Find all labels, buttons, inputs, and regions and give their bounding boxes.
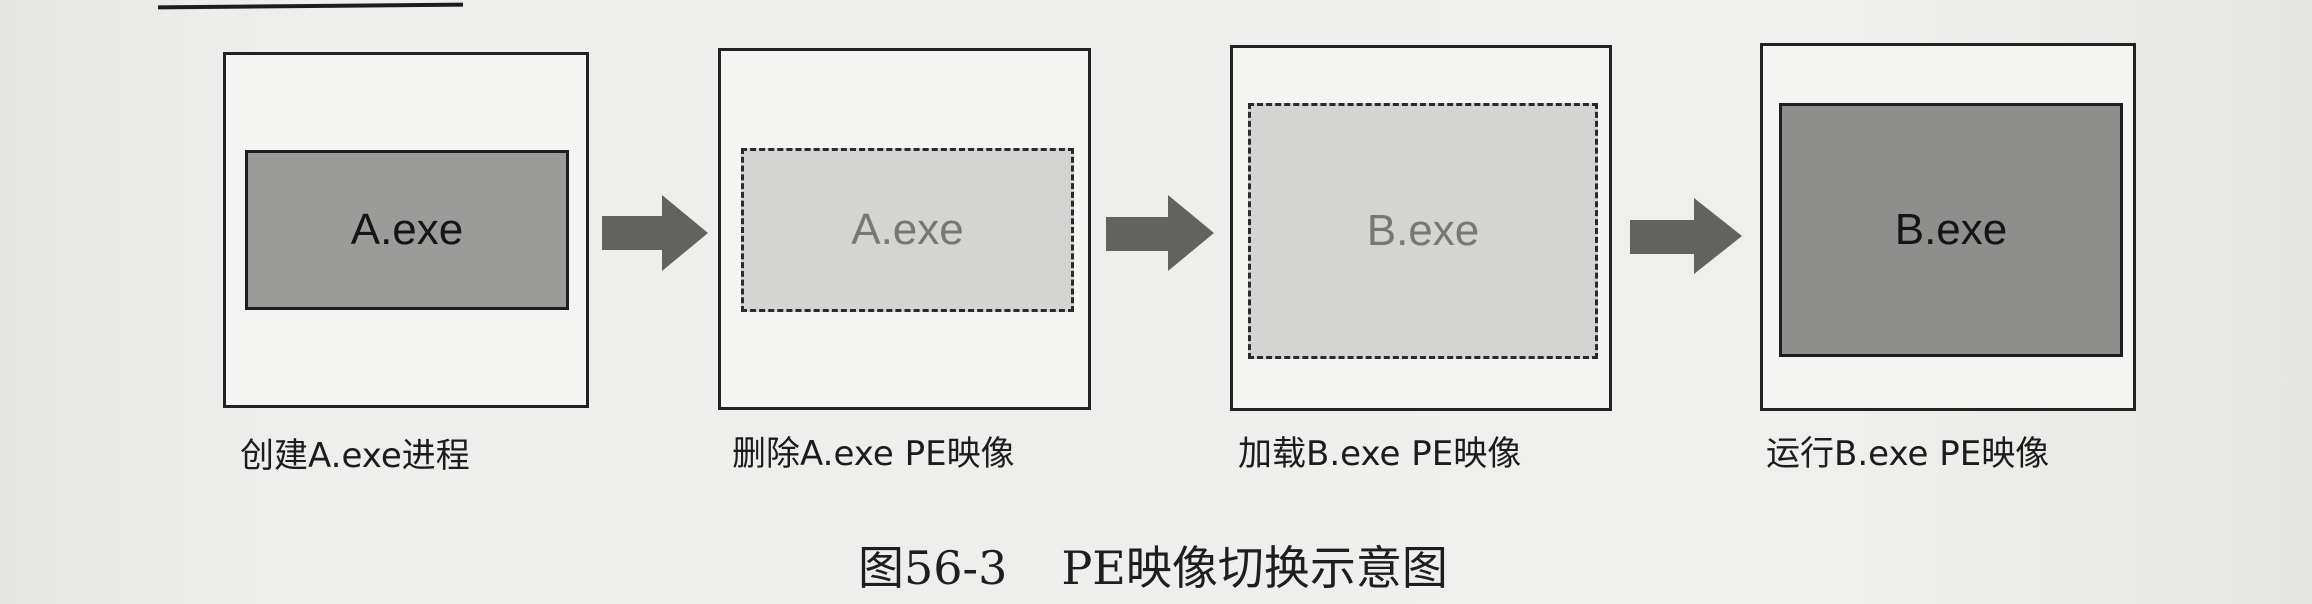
step-1-image-block: A.exe (245, 150, 569, 310)
figure-caption: 图56-3 PE映像切换示意图 (858, 532, 1448, 598)
step-3-image-label: B.exe (1366, 206, 1480, 255)
step-4-image-block: B.exe (1779, 103, 2123, 357)
arrow-right-icon (1106, 195, 1214, 271)
top-rule (157, 2, 464, 10)
figure-number: 图56-3 (858, 541, 1008, 595)
step-2-caption: 删除A.exe PE映像 (732, 434, 1015, 474)
page: A.exe 创建A.exe进程 A.exe 删除A.exe PE映像 B.exe… (0, 0, 2312, 604)
step-1-process-frame: A.exe (223, 52, 589, 408)
step-3-caption: 加载B.exe PE映像 (1238, 434, 1522, 474)
arrow-right-icon (1630, 198, 1742, 274)
step-3-image-block: B.exe (1248, 103, 1598, 359)
step-4-image-label: B.exe (1894, 205, 2008, 254)
step-2-image-label: A.exe (851, 205, 964, 254)
arrow-right-icon (602, 195, 708, 271)
step-1-caption: 创建A.exe进程 (240, 436, 470, 476)
figure-title: PE映像切换示意图 (1061, 541, 1448, 595)
step-1-image-label: A.exe (350, 205, 464, 254)
step-4-caption: 运行B.exe PE映像 (1766, 434, 2050, 474)
step-2-process-frame: A.exe (718, 48, 1091, 410)
step-4-process-frame: B.exe (1760, 43, 2136, 411)
step-2-image-block: A.exe (741, 148, 1074, 312)
step-3-process-frame: B.exe (1230, 45, 1612, 411)
